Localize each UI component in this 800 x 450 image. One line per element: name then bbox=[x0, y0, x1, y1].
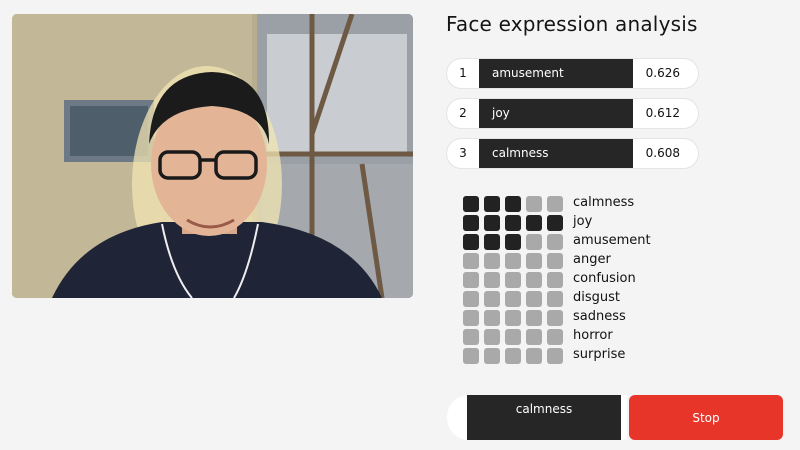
level-cell bbox=[547, 329, 563, 345]
top-expression-row-2: 2 joy 0.612 bbox=[447, 99, 698, 128]
grid-row-label: anger bbox=[573, 252, 611, 267]
level-cell bbox=[484, 215, 500, 231]
grid-row-label: calmness bbox=[573, 195, 635, 210]
grid-row-surprise: surprise bbox=[463, 347, 683, 367]
level-cell bbox=[505, 234, 521, 250]
level-cell bbox=[505, 348, 521, 364]
webcam-feed-image bbox=[12, 14, 413, 298]
expression-label: calmness bbox=[479, 139, 633, 168]
level-cell bbox=[505, 329, 521, 345]
level-cell bbox=[484, 329, 500, 345]
rank-number: 2 bbox=[459, 106, 467, 120]
rank-number: 3 bbox=[459, 146, 467, 160]
level-cell bbox=[463, 291, 479, 307]
stop-button[interactable]: Stop bbox=[629, 395, 783, 440]
level-cell bbox=[484, 234, 500, 250]
page-title: Face expression analysis bbox=[446, 12, 698, 36]
expression-label: amusement bbox=[479, 59, 633, 88]
level-cell bbox=[547, 234, 563, 250]
level-cell bbox=[547, 272, 563, 288]
grid-row-confusion: confusion bbox=[463, 271, 683, 291]
grid-row-label: amusement bbox=[573, 233, 651, 248]
grid-row-amusement: amusement bbox=[463, 233, 683, 253]
level-cell bbox=[505, 215, 521, 231]
level-cell bbox=[505, 310, 521, 326]
rank-number: 1 bbox=[459, 66, 467, 80]
grid-row-label: disgust bbox=[573, 290, 620, 305]
grid-row-joy: joy bbox=[463, 214, 683, 234]
level-cell bbox=[526, 329, 542, 345]
level-cell bbox=[463, 234, 479, 250]
level-cell bbox=[505, 272, 521, 288]
level-cell bbox=[463, 253, 479, 269]
level-cell bbox=[463, 215, 479, 231]
level-cell bbox=[526, 196, 542, 212]
level-cell bbox=[463, 310, 479, 326]
level-cell bbox=[484, 253, 500, 269]
level-cell bbox=[547, 196, 563, 212]
level-cell bbox=[463, 348, 479, 364]
level-cell bbox=[547, 215, 563, 231]
level-cell bbox=[505, 291, 521, 307]
grid-row-disgust: disgust bbox=[463, 290, 683, 310]
expression-score: 0.626 bbox=[645, 66, 680, 80]
level-cell bbox=[526, 272, 542, 288]
grid-row-label: sadness bbox=[573, 309, 626, 324]
level-cell bbox=[547, 348, 563, 364]
level-cell bbox=[526, 310, 542, 326]
level-cell bbox=[484, 272, 500, 288]
grid-row-calmness: calmness bbox=[463, 195, 683, 215]
grid-row-label: confusion bbox=[573, 271, 636, 286]
level-cell bbox=[484, 196, 500, 212]
level-cell bbox=[463, 329, 479, 345]
level-cell bbox=[547, 253, 563, 269]
level-cell bbox=[463, 272, 479, 288]
webcam-video bbox=[12, 14, 413, 298]
level-cell bbox=[526, 348, 542, 364]
top-expression-row-3: 3 calmness 0.608 bbox=[447, 139, 698, 168]
grid-row-label: surprise bbox=[573, 347, 626, 362]
expression-score: 0.612 bbox=[645, 106, 680, 120]
current-expression-label: calmness bbox=[467, 395, 621, 440]
level-cell bbox=[463, 196, 479, 212]
level-cell bbox=[526, 291, 542, 307]
level-cell bbox=[484, 310, 500, 326]
level-cell bbox=[526, 234, 542, 250]
grid-row-horror: horror bbox=[463, 328, 683, 348]
grid-row-label: horror bbox=[573, 328, 613, 343]
level-cell bbox=[484, 348, 500, 364]
top-expression-row-1: 1 amusement 0.626 bbox=[447, 59, 698, 88]
level-cell bbox=[547, 291, 563, 307]
level-cell bbox=[547, 310, 563, 326]
level-cell bbox=[505, 253, 521, 269]
expression-score: 0.608 bbox=[645, 146, 680, 160]
level-cell bbox=[526, 253, 542, 269]
grid-row-sadness: sadness bbox=[463, 309, 683, 329]
level-cell bbox=[484, 291, 500, 307]
expression-label: joy bbox=[479, 99, 633, 128]
level-cell bbox=[526, 215, 542, 231]
grid-row-label: joy bbox=[573, 214, 593, 229]
grid-row-anger: anger bbox=[463, 252, 683, 272]
level-cell bbox=[505, 196, 521, 212]
